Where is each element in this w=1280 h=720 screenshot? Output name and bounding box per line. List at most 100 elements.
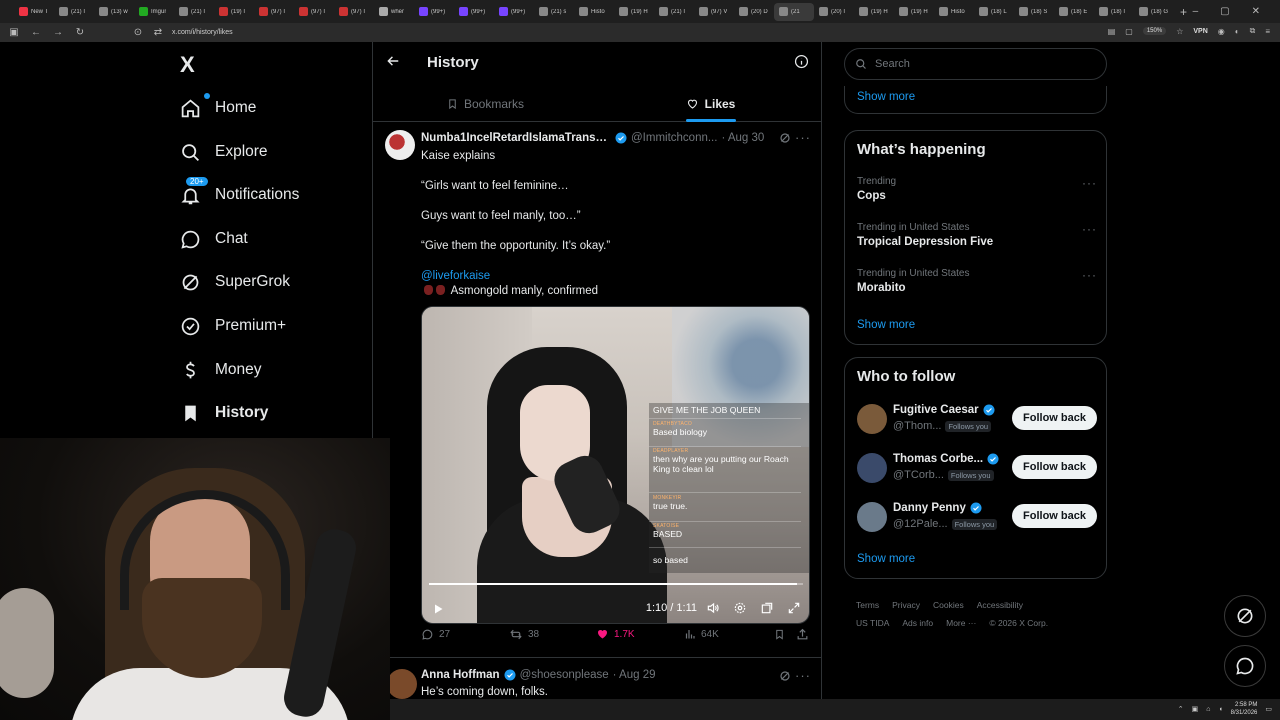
browser-tab[interactable]: (21) I: [174, 3, 214, 21]
browser-tab[interactable]: (97) I: [294, 3, 334, 21]
browser-tab[interactable]: Imgur: [134, 3, 174, 21]
nav-money[interactable]: Money: [180, 355, 262, 385]
show-more-link[interactable]: Show more: [857, 553, 915, 565]
browser-tab[interactable]: (97) I: [334, 3, 374, 21]
nav-explore[interactable]: Explore: [180, 137, 268, 167]
tray-chevron-icon[interactable]: ⌃: [1178, 705, 1184, 713]
system-clock[interactable]: 2:58 PM 8/31/2026: [1231, 701, 1258, 717]
browser-tab[interactable]: (19) H: [854, 3, 894, 21]
browser-tab[interactable]: wher: [374, 3, 414, 21]
trend-item[interactable]: Trending in United States Tropical Depre…: [857, 222, 1097, 248]
author-handle[interactable]: @shoesonplease: [520, 669, 609, 681]
browser-tab[interactable]: (20) D: [734, 3, 774, 21]
picture-in-picture-icon[interactable]: [760, 601, 774, 615]
liked-post[interactable]: Numba1IncelRetardIslamaTransp... @Immitc…: [373, 123, 821, 658]
maximize-icon[interactable]: ▢: [1220, 6, 1229, 17]
browser-tab[interactable]: (21) I: [654, 3, 694, 21]
browser-tab[interactable]: Histo: [574, 3, 614, 21]
grok-icon[interactable]: [779, 670, 791, 682]
browser-tab[interactable]: (19) I: [214, 3, 254, 21]
browser-tab[interactable]: (19) H: [894, 3, 934, 21]
browser-tab[interactable]: (19) H: [614, 3, 654, 21]
trend-item[interactable]: Trending in United States Morabito ···: [857, 268, 1097, 294]
forward-icon[interactable]: →: [52, 27, 64, 38]
browser-tab[interactable]: (18) G: [1134, 3, 1174, 21]
author-name[interactable]: Numba1IncelRetardIslamaTransp...: [421, 132, 611, 144]
wallet-icon[interactable]: ◐: [1235, 27, 1240, 36]
tab-bookmarks[interactable]: Bookmarks: [373, 86, 598, 121]
mention-link[interactable]: @liveforkaise: [421, 270, 490, 282]
follow-back-button[interactable]: Follow back: [1012, 504, 1097, 528]
sidebar-toggle-icon[interactable]: ▣: [8, 27, 20, 38]
settings-icon[interactable]: [733, 601, 747, 615]
browser-tab[interactable]: (21) s: [534, 3, 574, 21]
new-tab-icon[interactable]: +: [1180, 5, 1187, 19]
browser-tab[interactable]: (20) I: [814, 3, 854, 21]
views-button[interactable]: 64K: [684, 628, 719, 640]
nav-history[interactable]: History: [180, 398, 268, 428]
browser-tab[interactable]: (99+): [414, 3, 454, 21]
more-options-icon[interactable]: ···: [1082, 176, 1097, 190]
nav-chat[interactable]: Chat: [180, 224, 248, 254]
nav-supergrok[interactable]: SuperGrok: [180, 267, 290, 297]
menu-icon[interactable]: ≡: [1265, 27, 1270, 36]
extensions-icon[interactable]: ⧉: [1250, 26, 1256, 36]
post-date[interactable]: · Aug 29: [613, 669, 656, 681]
footer-link[interactable]: Ads info: [902, 618, 933, 628]
avatar[interactable]: [385, 130, 415, 160]
footer-link[interactable]: Cookies: [933, 600, 964, 610]
nav-home[interactable]: Home: [180, 93, 256, 123]
fullscreen-icon[interactable]: [787, 601, 801, 615]
browser-tab[interactable]: (21) I: [54, 3, 94, 21]
url-text[interactable]: x.com/i/history/likes: [172, 29, 233, 36]
post-date[interactable]: · Aug 30: [721, 132, 764, 144]
zoom-level[interactable]: 150%: [1142, 27, 1167, 35]
author-handle[interactable]: @Immitchconn...: [631, 132, 717, 144]
bookmark-button[interactable]: [774, 628, 785, 641]
browser-tab[interactable]: (99+): [494, 3, 534, 21]
browser-tab[interactable]: (97) I: [254, 3, 294, 21]
reader-icon[interactable]: ▤: [1108, 27, 1116, 36]
search-input[interactable]: [875, 58, 1075, 70]
reload-icon[interactable]: ↻: [74, 27, 86, 38]
browser-tab[interactable]: (13) w: [94, 3, 134, 21]
avatar[interactable]: [857, 453, 887, 483]
vpn-button[interactable]: VPN: [1193, 28, 1207, 35]
x-logo[interactable]: X: [180, 52, 195, 78]
nav-notifications[interactable]: 20+ Notifications: [180, 176, 299, 210]
follow-back-button[interactable]: Follow back: [1012, 455, 1097, 479]
browser-tab[interactable]: Histo: [934, 3, 974, 21]
browser-tab[interactable]: (18) I: [1094, 3, 1134, 21]
browser-tab[interactable]: (18) E: [1054, 3, 1094, 21]
browser-tab[interactable]: (97) V: [694, 3, 734, 21]
network-icon[interactable]: ⌂: [1206, 706, 1210, 713]
author-name[interactable]: Anna Hoffman: [421, 669, 500, 681]
more-options-icon[interactable]: ···: [1082, 222, 1097, 236]
avatar[interactable]: [387, 669, 417, 699]
site-info-icon[interactable]: ⊙: [132, 27, 144, 38]
footer-link[interactable]: US TIDA: [856, 618, 889, 628]
grok-icon[interactable]: [779, 132, 791, 144]
follow-suggestion[interactable]: Fugitive Caesar @Thom... Follows you Foll…: [857, 402, 1097, 438]
share-button[interactable]: [796, 628, 809, 641]
tab-likes[interactable]: Likes: [598, 86, 821, 122]
messages-floating-button[interactable]: [1224, 645, 1266, 687]
browser-tab[interactable]: New T: [14, 3, 54, 21]
video-progress-bar[interactable]: [429, 583, 803, 585]
video-player[interactable]: GIVE ME THE JOB QUEEN DEATHBYTACO Based …: [421, 306, 810, 624]
follow-suggestion[interactable]: Thomas Corbe... @TCorb... Follows you Fol…: [857, 451, 1097, 487]
volume-icon[interactable]: [706, 601, 720, 615]
search-box[interactable]: [844, 48, 1107, 80]
profile-icon[interactable]: ◉: [1218, 27, 1225, 36]
show-more-link[interactable]: Show more: [857, 319, 915, 331]
show-more-link[interactable]: Show more: [857, 91, 915, 103]
footer-link[interactable]: Terms: [856, 600, 879, 610]
back-arrow-icon[interactable]: [386, 54, 400, 68]
follow-back-button[interactable]: Follow back: [1012, 406, 1097, 430]
like-button[interactable]: 1.7K: [596, 628, 635, 640]
trend-item[interactable]: Trending Cops ···: [857, 176, 1097, 202]
footer-link[interactable]: Privacy: [892, 600, 920, 610]
avatar[interactable]: [857, 404, 887, 434]
nav-premium[interactable]: Premium+: [180, 311, 286, 341]
play-icon[interactable]: [432, 603, 444, 615]
